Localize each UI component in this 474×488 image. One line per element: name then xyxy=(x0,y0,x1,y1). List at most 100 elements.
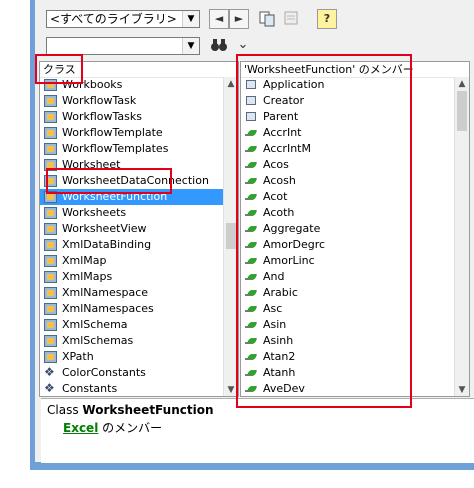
member-item[interactable]: AccrIntM xyxy=(241,141,457,157)
view-definition-button[interactable] xyxy=(281,9,301,29)
scroll-up-icon[interactable]: ▲ xyxy=(455,77,469,91)
member-item[interactable]: AmorLinc xyxy=(241,253,457,269)
search-button[interactable] xyxy=(209,36,229,56)
members-scrollbar[interactable]: ▲ ▼ xyxy=(454,77,469,396)
member-item-label: Asinh xyxy=(263,334,294,347)
method-icon xyxy=(245,239,258,251)
member-item[interactable]: Application xyxy=(241,77,457,93)
class-item[interactable]: WorkflowTask xyxy=(40,93,226,109)
class-icon xyxy=(44,159,57,171)
member-item[interactable]: Atanh xyxy=(241,365,457,381)
member-item[interactable]: AccrInt xyxy=(241,125,457,141)
member-item-label: Asc xyxy=(263,302,283,315)
class-icon xyxy=(44,223,57,235)
class-item[interactable]: XmlSchemas xyxy=(40,333,226,349)
member-item-label: Atan2 xyxy=(263,350,296,363)
class-item[interactable]: XmlNamespace xyxy=(40,285,226,301)
member-item[interactable]: Aggregate xyxy=(241,221,457,237)
member-item-label: Acot xyxy=(263,190,288,203)
class-item[interactable]: WorkflowTemplates xyxy=(40,141,226,157)
class-item[interactable]: WorkflowTemplate xyxy=(40,125,226,141)
class-item[interactable]: XmlMaps xyxy=(40,269,226,285)
method-icon xyxy=(245,383,258,395)
class-item[interactable]: WorksheetFunction xyxy=(40,189,226,205)
scroll-up-icon[interactable]: ▲ xyxy=(224,77,238,91)
class-icon xyxy=(44,239,57,251)
module-icon xyxy=(44,380,57,396)
class-item-label: WorksheetView xyxy=(62,222,147,235)
member-item[interactable]: Parent xyxy=(241,109,457,125)
member-item[interactable]: Creator xyxy=(241,93,457,109)
method-icon xyxy=(245,271,258,283)
class-item[interactable]: XmlDataBinding xyxy=(40,237,226,253)
method-icon xyxy=(245,207,258,219)
class-item-label: Worksheet xyxy=(62,158,121,171)
member-item[interactable]: Asinh xyxy=(241,333,457,349)
member-item[interactable]: Asc xyxy=(241,301,457,317)
previous-button[interactable]: ◄ xyxy=(209,9,229,29)
class-item[interactable]: WorkflowTasks xyxy=(40,109,226,125)
class-icon xyxy=(44,127,57,139)
class-icon xyxy=(44,207,57,219)
class-item-label: Constants xyxy=(62,382,118,395)
member-item[interactable]: Acos xyxy=(241,157,457,173)
parent-library-link[interactable]: Excel xyxy=(63,421,98,435)
scroll-thumb[interactable] xyxy=(226,223,236,249)
method-icon xyxy=(245,335,258,347)
previous-icon: ◄ xyxy=(214,12,224,25)
chevron-down-icon[interactable]: ▼ xyxy=(182,11,199,27)
member-item-label: Asin xyxy=(263,318,287,331)
member-item[interactable]: Acot xyxy=(241,189,457,205)
class-item[interactable]: XmlMap xyxy=(40,253,226,269)
member-item[interactable]: And xyxy=(241,269,457,285)
scroll-thumb[interactable] xyxy=(457,91,467,131)
method-icon xyxy=(245,255,258,267)
class-item-label: WorksheetFunction xyxy=(62,190,168,203)
scroll-down-icon[interactable]: ▼ xyxy=(224,383,238,396)
details-parent: Excel のメンバー xyxy=(63,419,162,436)
property-icon xyxy=(245,79,258,91)
class-item[interactable]: XPath xyxy=(40,349,226,365)
class-item[interactable]: Workbooks xyxy=(40,77,226,93)
member-item-label: Acoth xyxy=(263,206,295,219)
class-icon xyxy=(44,271,57,283)
copy-to-clipboard-button[interactable] xyxy=(257,9,277,29)
method-icon xyxy=(245,143,258,155)
toolbar: <すべてのライブラリ> ▼ ◄ ► ? ▼ ⌄ xyxy=(35,0,474,62)
class-item-label: WorkflowTemplate xyxy=(62,126,163,139)
classes-scrollbar[interactable]: ▲ ▼ xyxy=(223,77,238,396)
scroll-down-icon[interactable]: ▼ xyxy=(455,383,469,396)
class-item-label: XmlNamespace xyxy=(62,286,149,299)
member-item[interactable]: Arabic xyxy=(241,285,457,301)
member-item[interactable]: Acoth xyxy=(241,205,457,221)
member-item[interactable]: AmorDegrc xyxy=(241,237,457,253)
class-item-label: XmlSchemas xyxy=(62,334,134,347)
details-signature: Class WorksheetFunction xyxy=(47,403,214,417)
class-item[interactable]: XmlNamespaces xyxy=(40,301,226,317)
library-dropdown-value: <すべてのライブラリ> xyxy=(50,12,177,26)
class-item[interactable]: ColorConstants xyxy=(40,364,226,381)
search-field[interactable]: ▼ xyxy=(46,37,200,55)
member-item-label: Aggregate xyxy=(263,222,321,235)
class-item[interactable]: WorksheetView xyxy=(40,221,226,237)
next-button[interactable]: ► xyxy=(229,9,249,29)
class-item[interactable]: XmlSchema xyxy=(40,317,226,333)
class-item[interactable]: Worksheets xyxy=(40,205,226,221)
show-search-results-button[interactable]: ⌄ xyxy=(233,36,253,56)
class-icon xyxy=(44,143,57,155)
member-item[interactable]: Acosh xyxy=(241,173,457,189)
method-icon xyxy=(245,351,258,363)
class-item[interactable]: Constants xyxy=(40,380,226,396)
method-icon xyxy=(245,127,258,139)
library-dropdown[interactable]: <すべてのライブラリ> ▼ xyxy=(46,10,200,28)
details-pane: Class WorksheetFunction Excel のメンバー xyxy=(41,398,474,463)
help-button[interactable]: ? xyxy=(317,9,337,29)
class-item[interactable]: Worksheet xyxy=(40,157,226,173)
member-item[interactable]: AveDev xyxy=(241,381,457,396)
class-icon xyxy=(44,79,57,91)
member-item[interactable]: Asin xyxy=(241,317,457,333)
class-item-label: ColorConstants xyxy=(62,366,146,379)
chevron-down-icon[interactable]: ▼ xyxy=(182,38,199,54)
member-item[interactable]: Atan2 xyxy=(241,349,457,365)
class-item[interactable]: WorksheetDataConnection xyxy=(40,173,226,189)
